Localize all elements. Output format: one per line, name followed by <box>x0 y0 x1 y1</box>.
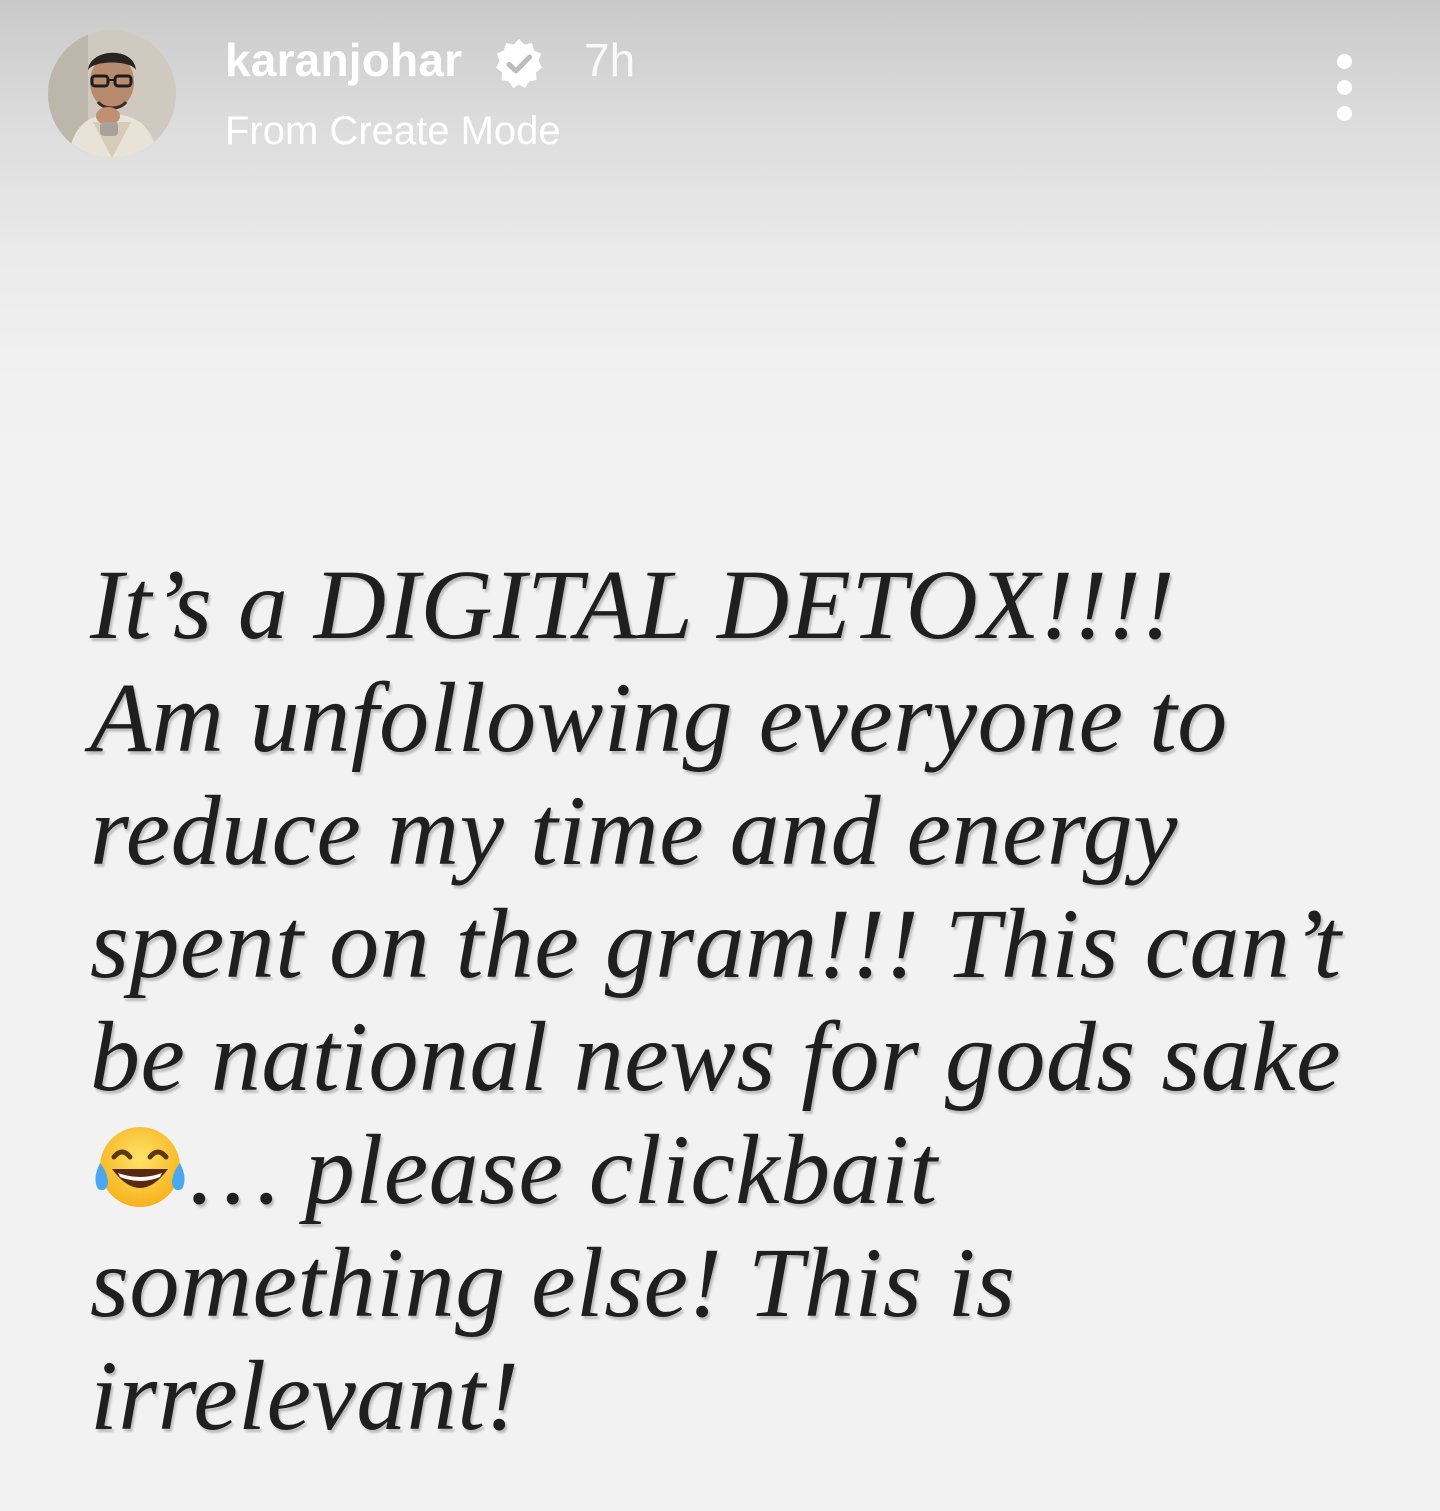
caption-line: irrelevant! <box>90 1340 520 1451</box>
caption-line-with-emoji: … please clickbait <box>90 1113 1390 1226</box>
username[interactable]: karanjohar <box>225 30 462 90</box>
caption-line: something else! This is <box>90 1227 1016 1338</box>
laughing-tears-emoji-icon <box>95 1127 185 1207</box>
caption-line: Am unfollowing everyone to <box>90 662 1228 773</box>
caption-line: be national news for gods sake <box>90 1001 1342 1112</box>
profile-avatar[interactable] <box>48 30 176 158</box>
caption-line: reduce my time and energy <box>90 775 1178 886</box>
more-vertical-icon-dot <box>1337 106 1352 121</box>
avatar-image <box>48 30 176 158</box>
caption-line: spent on the gram!!! This can’t <box>90 888 1342 999</box>
more-vertical-icon <box>1337 54 1352 69</box>
caption-line: It’s a DIGITAL DETOX!!!! <box>90 549 1176 660</box>
story-timestamp: 7h <box>584 34 636 86</box>
story-caption: It’s a DIGITAL DETOX!!!! Am unfollowing … <box>90 548 1390 1452</box>
more-vertical-icon-dot <box>1337 80 1352 95</box>
more-options-button[interactable] <box>1314 48 1374 128</box>
caption-line: … please clickbait <box>190 1114 938 1225</box>
story-view[interactable]: karanjohar 7h From Create Mode It’s a DI… <box>0 0 1440 1511</box>
create-mode-label[interactable]: From Create Mode <box>225 104 561 158</box>
story-header: karanjohar 7h From Create Mode <box>0 0 1440 190</box>
verified-badge-icon <box>496 39 542 88</box>
